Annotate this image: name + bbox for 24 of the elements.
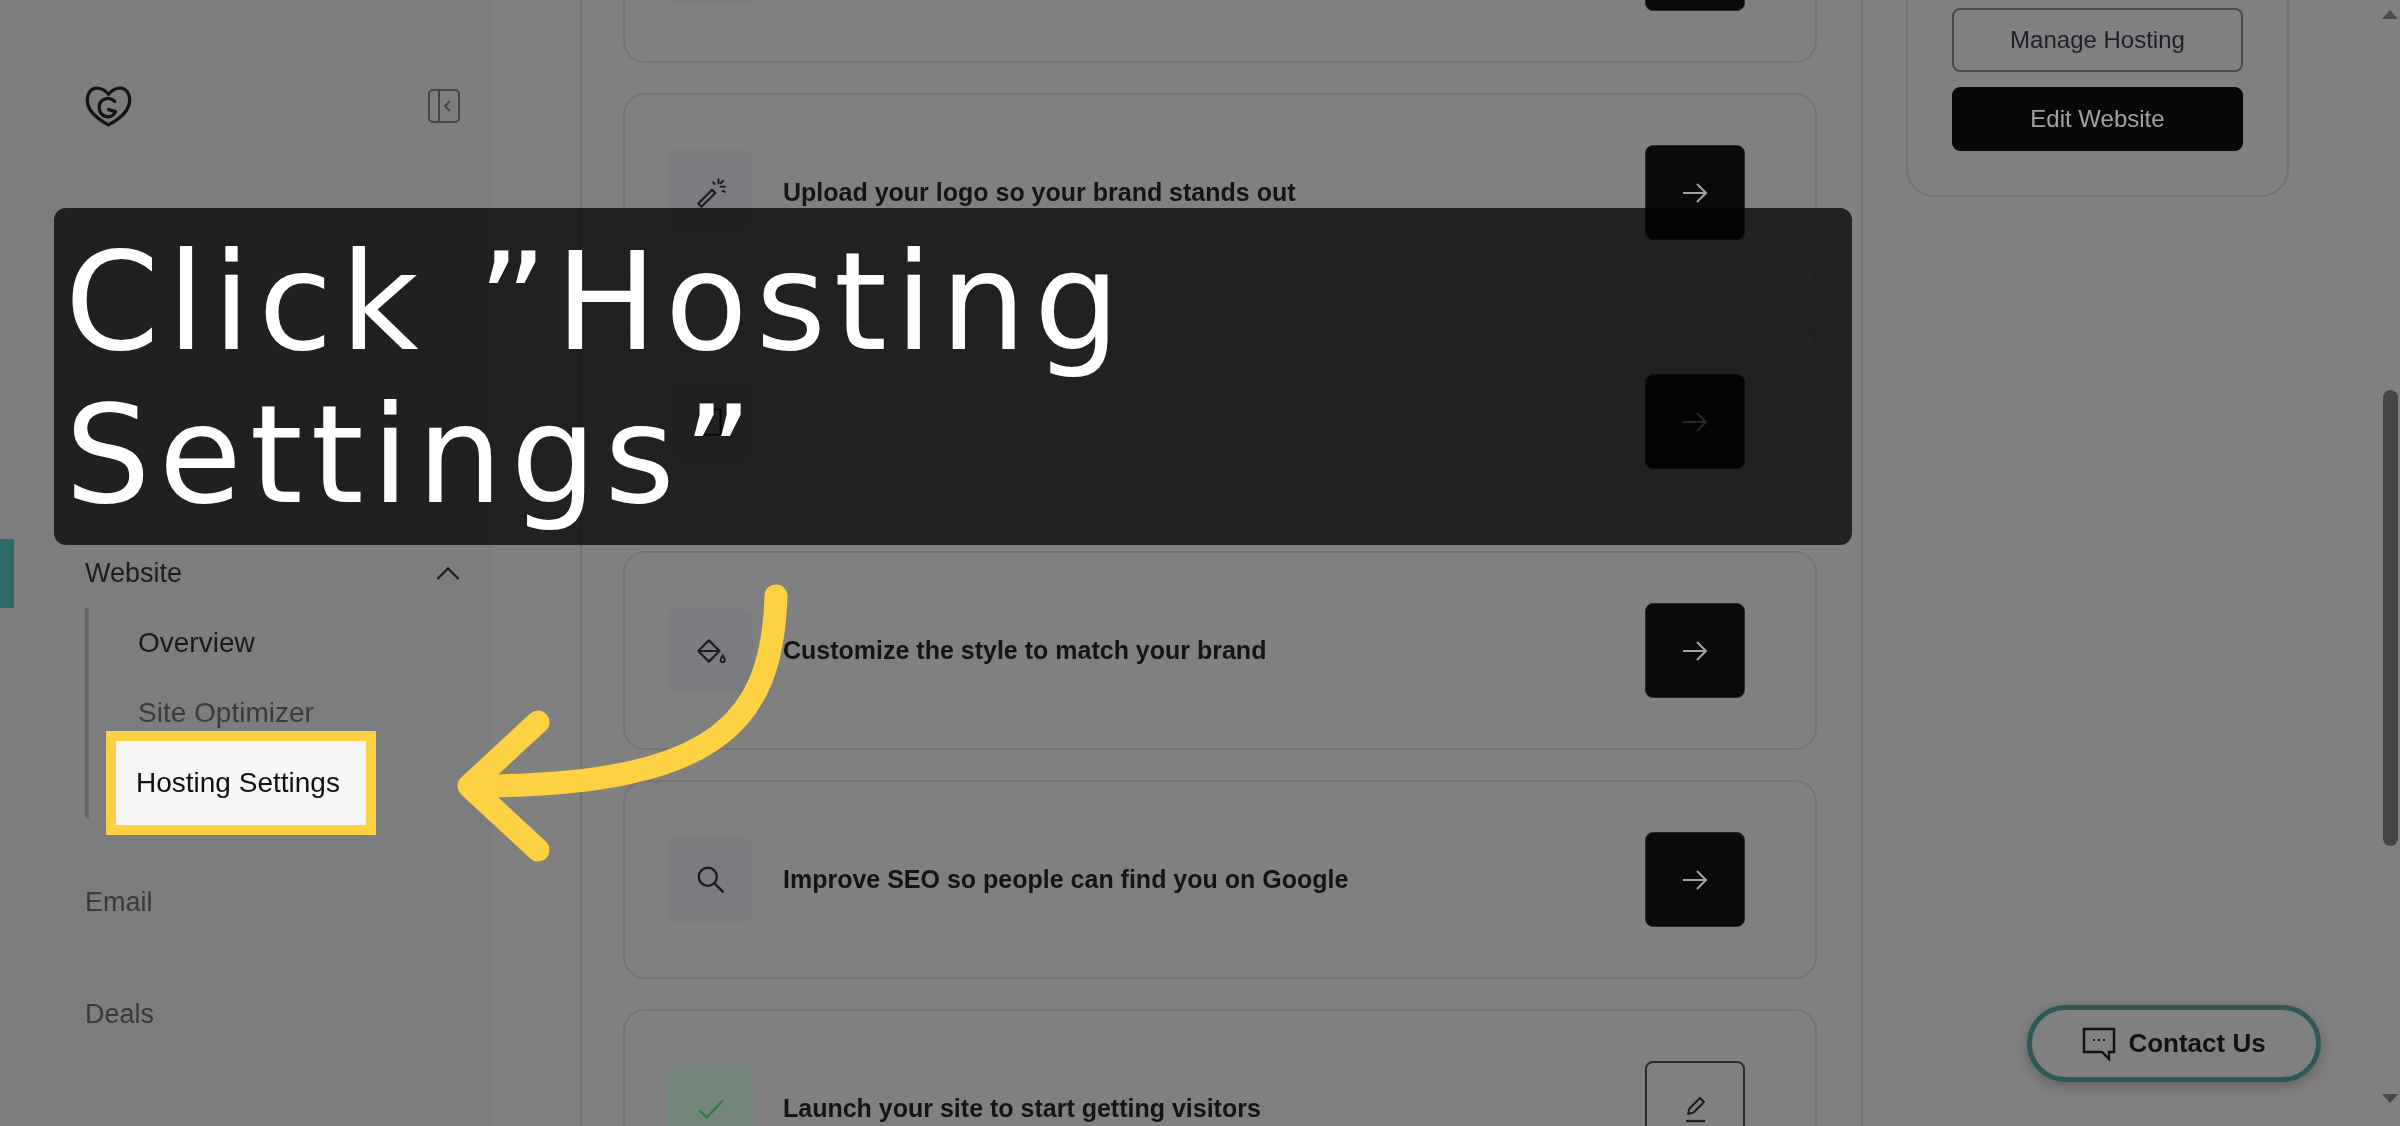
sub-nav-item[interactable]: Hosting Settings: [106, 731, 376, 835]
task-title: Upload your logo so your brand stands out: [783, 178, 1296, 207]
nav-item[interactable]: Deals: [85, 998, 155, 1030]
task-title: Improve SEO so people can find you on Google: [783, 865, 1349, 894]
nav-item[interactable]: Website: [85, 557, 183, 589]
primary-button[interactable]: Edit Website: [1952, 87, 2243, 151]
scroll-down-icon[interactable]: [2382, 1094, 2398, 1103]
nav-item[interactable]: Email: [85, 886, 153, 918]
search-icon: [668, 837, 753, 922]
chevron-up-icon[interactable]: [436, 566, 460, 580]
active-indicator: [0, 538, 14, 608]
sub-nav-item[interactable]: Overview: [138, 627, 255, 659]
scrollbar-thumb[interactable]: [2382, 390, 2398, 846]
heart-logo-icon[interactable]: [84, 84, 133, 128]
panel-collapse-icon[interactable]: [428, 89, 460, 123]
paint-bucket-icon: [668, 608, 753, 693]
chat-bubble-icon: [2082, 1026, 2117, 1061]
outline-button[interactable]: Manage Hosting: [1952, 8, 2243, 72]
task-title: Launch your site to start getting visitors: [783, 1094, 1261, 1123]
scroll-up-icon[interactable]: [2382, 10, 2398, 19]
task-title: Customize the style to match your brand: [783, 636, 1267, 665]
instruction-text: Click ”Hosting Settings”: [65, 226, 1129, 532]
sub-nav-item[interactable]: Site Optimizer: [138, 697, 314, 729]
contact-us-button[interactable]: Contact Us: [2027, 1005, 2321, 1082]
